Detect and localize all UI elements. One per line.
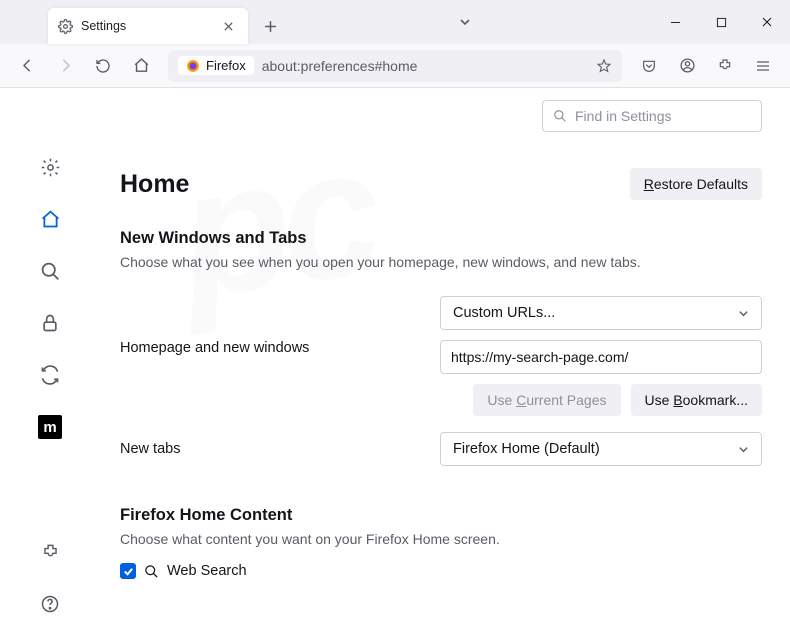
sidebar-item-home[interactable] [35, 204, 65, 234]
section-home-content-desc: Choose what content you want on your Fir… [120, 531, 762, 547]
minimize-button[interactable] [652, 0, 698, 44]
search-icon [553, 109, 567, 123]
close-window-button[interactable] [744, 0, 790, 44]
search-icon [144, 564, 159, 579]
use-bookmark-button[interactable]: Use Bookmark... [631, 384, 763, 416]
section-new-windows-desc: Choose what you see when you open your h… [120, 254, 762, 270]
chevron-down-icon [738, 308, 749, 319]
web-search-option[interactable]: Web Search [120, 563, 762, 579]
settings-sidebar: m [0, 88, 100, 619]
homepage-mode-select[interactable]: Custom URLs... [440, 296, 762, 330]
bookmark-star-button[interactable] [596, 58, 612, 74]
homepage-mode-value: Custom URLs... [453, 305, 555, 321]
titlebar: Settings [0, 0, 790, 44]
sidebar-item-help[interactable] [35, 589, 65, 619]
use-current-pages-button[interactable]: Use Current Pages [473, 384, 620, 416]
mozilla-icon: m [38, 415, 62, 439]
extensions-button[interactable] [708, 49, 742, 83]
section-home-content-heading: Firefox Home Content [120, 506, 762, 525]
home-button[interactable] [124, 49, 158, 83]
sidebar-item-extensions[interactable] [35, 537, 65, 567]
account-button[interactable] [670, 49, 704, 83]
pocket-button[interactable] [632, 49, 666, 83]
newtabs-select[interactable]: Firefox Home (Default) [440, 432, 762, 466]
settings-main: Find in Settings Home Restore Defaults N… [100, 88, 790, 619]
restore-defaults-button[interactable]: Restore Defaults [630, 168, 762, 200]
identity-label: Firefox [206, 58, 246, 73]
sidebar-item-general[interactable] [35, 152, 65, 182]
url-bar[interactable]: Firefox about:preferences#home [168, 50, 622, 82]
app-menu-button[interactable] [746, 49, 780, 83]
identity-box[interactable]: Firefox [178, 56, 254, 75]
content-area: pc m Find [0, 88, 790, 619]
homepage-label: Homepage and new windows [120, 296, 440, 356]
chevron-down-icon [738, 444, 749, 455]
sidebar-item-privacy[interactable] [35, 308, 65, 338]
firefox-logo-icon [186, 59, 200, 73]
search-placeholder: Find in Settings [575, 108, 672, 124]
url-text: about:preferences#home [262, 58, 418, 74]
web-search-checkbox[interactable] [120, 563, 136, 579]
tab-close-button[interactable] [218, 16, 238, 36]
window-controls [652, 0, 790, 44]
newtabs-value: Firefox Home (Default) [453, 441, 600, 457]
find-in-settings[interactable]: Find in Settings [542, 100, 762, 132]
sidebar-item-mozilla[interactable]: m [35, 412, 65, 442]
newtabs-label: New tabs [120, 441, 440, 457]
gear-icon [58, 19, 73, 34]
new-tab-button[interactable] [254, 10, 286, 42]
nav-toolbar: Firefox about:preferences#home [0, 44, 790, 88]
sidebar-item-sync[interactable] [35, 360, 65, 390]
reload-button[interactable] [86, 49, 120, 83]
forward-button[interactable] [48, 49, 82, 83]
maximize-button[interactable] [698, 0, 744, 44]
homepage-url-input[interactable] [440, 340, 762, 374]
section-new-windows-heading: New Windows and Tabs [120, 229, 762, 248]
web-search-label: Web Search [167, 563, 247, 579]
back-button[interactable] [10, 49, 44, 83]
tab-settings[interactable]: Settings [48, 8, 248, 44]
tabs-dropdown-button[interactable] [449, 6, 481, 38]
tab-title: Settings [81, 19, 126, 33]
sidebar-item-search[interactable] [35, 256, 65, 286]
